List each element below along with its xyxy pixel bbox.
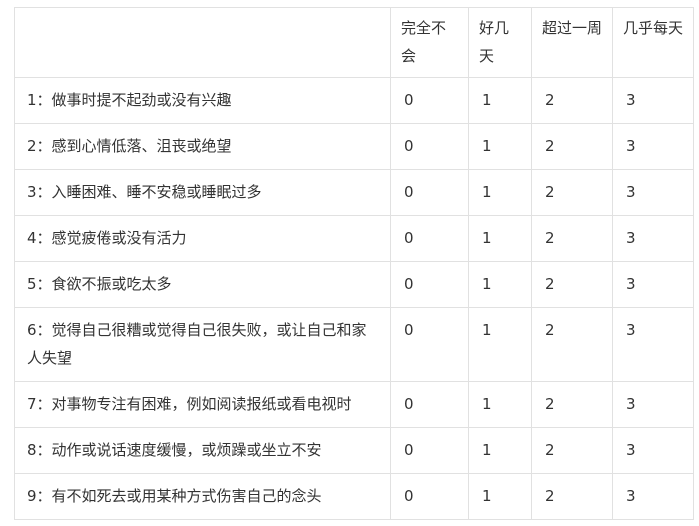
score-cell: 2 [531,473,613,520]
score-cell: 0 [390,169,469,216]
score-cell: 1 [468,123,532,170]
score-cell: 0 [390,77,469,124]
score-cell: 1 [468,307,532,382]
score-cell: 2 [531,123,613,170]
score-cell: 1 [468,169,532,216]
table-row: 7：对事物专注有困难，例如阅读报纸或看电视时 0 1 2 3 [14,381,694,428]
table-row: 1：做事时提不起劲或没有兴趣 0 1 2 3 [14,77,694,124]
score-cell: 0 [390,261,469,308]
score-cell: 2 [531,77,613,124]
item-text: 4：感觉疲倦或没有活力 [14,215,391,262]
score-cell: 2 [531,261,613,308]
table-row: 4：感觉疲倦或没有活力 0 1 2 3 [14,215,694,262]
item-text: 8：动作或说话速度缓慢，或烦躁或坐立不安 [14,427,391,474]
score-cell: 3 [612,215,694,262]
score-cell: 2 [531,169,613,216]
score-cell: 0 [390,123,469,170]
questionnaire-table-container: 完全不会 好几天 超过一周 几乎每天 1：做事时提不起劲或没有兴趣 0 1 2 … [14,7,694,520]
score-cell: 0 [390,473,469,520]
table-row: 5：食欲不振或吃太多 0 1 2 3 [14,261,694,308]
table-row: 6：觉得自己很糟或觉得自己很失败，或让自己和家人失望 0 1 2 3 [14,307,694,382]
score-cell: 1 [468,473,532,520]
score-cell: 0 [390,215,469,262]
header-not-at-all: 完全不会 [390,7,469,78]
score-cell: 3 [612,427,694,474]
score-cell: 3 [612,307,694,382]
score-cell: 2 [531,307,613,382]
score-cell: 1 [468,427,532,474]
item-text: 3：入睡困难、睡不安稳或睡眠过多 [14,169,391,216]
header-nearly-every-day: 几乎每天 [612,7,694,78]
score-cell: 2 [531,381,613,428]
score-cell: 3 [612,261,694,308]
item-text: 6：觉得自己很糟或觉得自己很失败，或让自己和家人失望 [14,307,391,382]
score-cell: 1 [468,381,532,428]
item-text: 1：做事时提不起劲或没有兴趣 [14,77,391,124]
score-cell: 3 [612,381,694,428]
questionnaire-table: 完全不会 好几天 超过一周 几乎每天 1：做事时提不起劲或没有兴趣 0 1 2 … [14,7,694,520]
score-cell: 2 [531,427,613,474]
item-text: 9：有不如死去或用某种方式伤害自己的念头 [14,473,391,520]
score-cell: 1 [468,261,532,308]
score-cell: 0 [390,307,469,382]
score-cell: 3 [612,77,694,124]
score-cell: 3 [612,123,694,170]
score-cell: 3 [612,473,694,520]
score-cell: 0 [390,381,469,428]
score-cell: 2 [531,215,613,262]
score-cell: 1 [468,215,532,262]
score-cell: 3 [612,169,694,216]
table-row: 3：入睡困难、睡不安稳或睡眠过多 0 1 2 3 [14,169,694,216]
table-row: 8：动作或说话速度缓慢，或烦躁或坐立不安 0 1 2 3 [14,427,694,474]
header-several-days: 好几天 [468,7,532,78]
item-text: 7：对事物专注有困难，例如阅读报纸或看电视时 [14,381,391,428]
item-text: 2：感到心情低落、沮丧或绝望 [14,123,391,170]
table-row: 9：有不如死去或用某种方式伤害自己的念头 0 1 2 3 [14,473,694,520]
item-text: 5：食欲不振或吃太多 [14,261,391,308]
score-cell: 1 [468,77,532,124]
table-header-row: 完全不会 好几天 超过一周 几乎每天 [14,7,694,78]
score-cell: 0 [390,427,469,474]
table-row: 2：感到心情低落、沮丧或绝望 0 1 2 3 [14,123,694,170]
header-item [14,7,391,78]
header-more-than-a-week: 超过一周 [531,7,613,78]
